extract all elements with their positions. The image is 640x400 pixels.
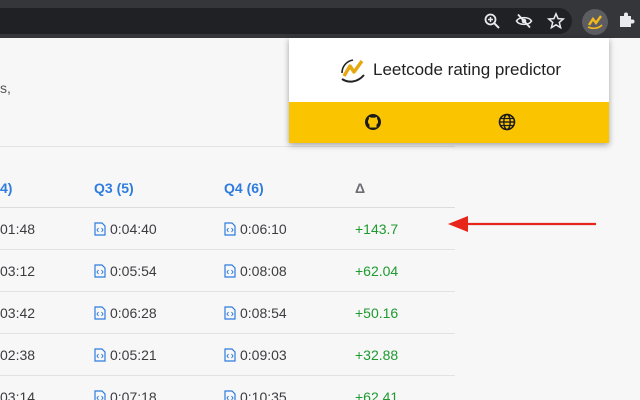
q4-cell[interactable]: 0:06:10 (224, 221, 287, 237)
q3-time: 0:07:18 (110, 389, 157, 400)
q3-time: 0:05:21 (110, 347, 157, 363)
q2-time: 01:48 (0, 221, 36, 237)
delta-value: +50.16 (355, 305, 399, 321)
header-delta: Δ (355, 180, 366, 196)
code-file-icon[interactable] (224, 222, 236, 236)
q2-time: 02:38 (0, 347, 36, 363)
arrow-icon (448, 216, 596, 232)
q4-cell[interactable]: 0:08:54 (224, 305, 287, 321)
delta-value: +32.88 (355, 347, 399, 363)
code-file-icon[interactable] (224, 306, 236, 320)
table-row: 02:38 0:05:21 0:09:03 +32.88 (0, 334, 455, 376)
extension-active-icon[interactable] (582, 9, 608, 35)
star-icon[interactable] (546, 11, 566, 30)
table-header: 4) Q3 (5) Q4 (6) Δ (0, 168, 455, 208)
q3-cell[interactable]: 0:07:18 (94, 389, 157, 400)
delta-value: +62.04 (355, 263, 399, 279)
table-row: 03:12 0:05:54 0:08:08 +62.04 (0, 250, 455, 292)
q4-time: 0:10:35 (240, 389, 287, 400)
code-file-icon[interactable] (94, 306, 106, 320)
extension-popup: Leetcode rating predictor (289, 38, 609, 143)
popup-footer (289, 102, 609, 143)
q3-time: 0:04:40 (110, 221, 157, 237)
browser-toolbar (0, 0, 640, 38)
q2-time: 03:42 (0, 305, 36, 321)
table-row: 03:14 0:07:18 0:10:35 +62.41 (0, 376, 455, 400)
q4-time: 0:08:54 (240, 305, 287, 321)
code-file-icon[interactable] (224, 348, 236, 362)
q3-time: 0:06:28 (110, 305, 157, 321)
q2-time: 03:14 (0, 389, 36, 400)
divider (0, 146, 455, 147)
header-q3[interactable]: Q3 (5) (94, 180, 134, 196)
popup-header: Leetcode rating predictor (289, 38, 609, 102)
q3-time: 0:05:54 (110, 263, 157, 279)
code-file-icon[interactable] (224, 390, 236, 400)
q4-cell[interactable]: 0:09:03 (224, 347, 287, 363)
code-file-icon[interactable] (224, 264, 236, 278)
delta-value: +62.41 (355, 389, 399, 400)
popup-title: Leetcode rating predictor (373, 60, 562, 79)
eye-off-icon[interactable] (515, 12, 533, 30)
q4-time: 0:09:03 (240, 347, 287, 363)
code-file-icon[interactable] (94, 222, 106, 236)
header-q4[interactable]: Q4 (6) (224, 180, 264, 196)
delta-value: +143.7 (355, 221, 399, 237)
code-file-icon[interactable] (94, 348, 106, 362)
text-snippet: s, (0, 80, 11, 96)
globe-icon[interactable] (497, 112, 517, 132)
q3-cell[interactable]: 0:04:40 (94, 221, 157, 237)
code-file-icon[interactable] (94, 264, 106, 278)
app-logo-icon (341, 59, 365, 83)
q3-cell[interactable]: 0:05:54 (94, 263, 157, 279)
puzzle-icon[interactable] (617, 11, 635, 29)
q4-cell[interactable]: 0:08:08 (224, 263, 287, 279)
q4-cell[interactable]: 0:10:35 (224, 389, 287, 400)
q3-cell[interactable]: 0:05:21 (94, 347, 157, 363)
zoom-icon[interactable] (483, 12, 501, 30)
header-q2[interactable]: 4) (0, 180, 12, 196)
github-icon[interactable] (363, 112, 383, 132)
q4-time: 0:08:08 (240, 263, 287, 279)
code-file-icon[interactable] (94, 390, 106, 400)
q4-time: 0:06:10 (240, 221, 287, 237)
q3-cell[interactable]: 0:06:28 (94, 305, 157, 321)
contest-table: 4) Q3 (5) Q4 (6) Δ 01:48 0:04:40 0:06:10… (0, 168, 455, 400)
table-row: 01:48 0:04:40 0:06:10 +143.7 (0, 208, 455, 250)
q2-time: 03:12 (0, 263, 36, 279)
table-row: 03:42 0:06:28 0:08:54 +50.16 (0, 292, 455, 334)
